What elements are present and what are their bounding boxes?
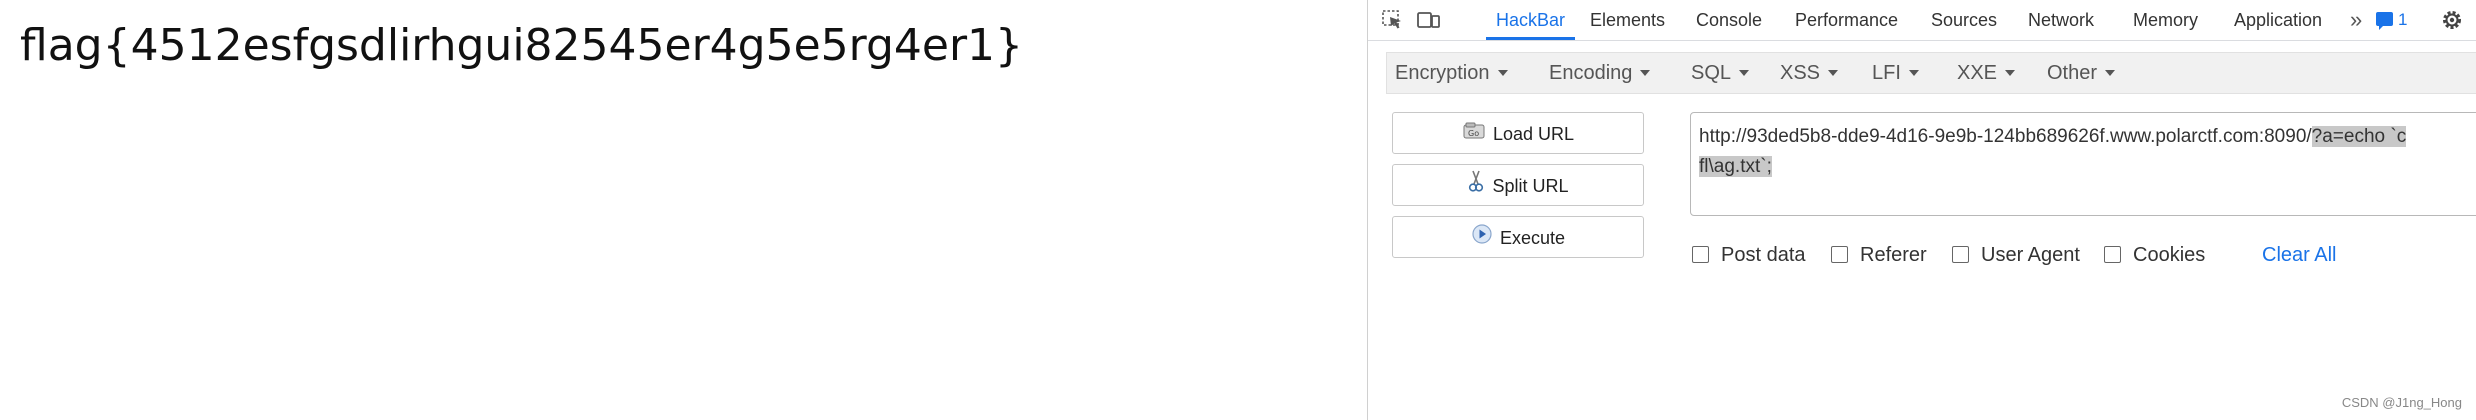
menu-sql[interactable]: SQL <box>1691 53 1750 93</box>
clear-all-link[interactable]: Clear All <box>2262 243 2336 267</box>
load-url-icon: Go <box>1462 114 1486 156</box>
checkbox-box <box>1692 246 1709 263</box>
menu-label: Encoding <box>1549 62 1633 84</box>
menu-label: XSS <box>1780 62 1821 84</box>
execute-label: Execute <box>1499 228 1566 248</box>
tab-elements[interactable]: Elements <box>1590 0 1665 40</box>
tab-memory[interactable]: Memory <box>2133 0 2198 40</box>
url-selected-text-2: fl\ag.txt`; <box>1699 156 1772 177</box>
message-count: 1 <box>2398 10 2408 29</box>
menu-label: Encryption <box>1395 62 1490 84</box>
caret-down-icon <box>2005 70 2016 76</box>
devtools-tabbar: HackBar Elements Console Performance Sou… <box>1368 0 2476 41</box>
split-url-button[interactable]: Split URL <box>1392 164 1644 206</box>
menu-encoding[interactable]: Encoding <box>1549 53 1651 93</box>
menu-other[interactable]: Other <box>2047 53 2116 93</box>
checkbox-label: Post data <box>1721 244 1806 266</box>
split-url-label: Split URL <box>1492 176 1569 196</box>
tab-network[interactable]: Network <box>2028 0 2094 40</box>
tab-performance[interactable]: Performance <box>1795 0 1898 40</box>
user-agent-checkbox[interactable]: User Agent <box>1952 243 2080 267</box>
caret-down-icon <box>1497 70 1508 76</box>
caret-down-icon <box>2105 70 2116 76</box>
scissors-icon <box>1467 166 1485 208</box>
inspect-element-icon[interactable] <box>1380 8 1406 32</box>
tab-label: HackBar <box>1496 10 1566 30</box>
settings-gear-icon[interactable] <box>2439 8 2465 32</box>
watermark: CSDN @J1ng_Hong <box>2341 395 2462 410</box>
menu-label: LFI <box>1872 62 1901 84</box>
url-plain-text: http://93ded5b8-dde9-4d16-9e9b-124bb6896… <box>1699 126 2312 147</box>
menu-label: SQL <box>1691 62 1732 84</box>
console-messages-badge[interactable]: 1 <box>2376 0 2407 40</box>
more-tabs-button[interactable]: » <box>2350 0 2362 40</box>
checkbox-box <box>1952 246 1969 263</box>
menu-label: Other <box>2047 62 2098 84</box>
load-url-label: Load URL <box>1492 124 1575 144</box>
device-toolbar-icon[interactable] <box>1416 8 1442 32</box>
checkbox-box <box>2104 246 2121 263</box>
referer-checkbox[interactable]: Referer <box>1831 243 1927 267</box>
menu-xss[interactable]: XSS <box>1780 53 1839 93</box>
checkbox-box <box>1831 246 1848 263</box>
active-tab-indicator <box>1486 37 1576 40</box>
menu-encryption[interactable]: Encryption <box>1395 53 1508 93</box>
tab-application[interactable]: Application <box>2234 0 2322 40</box>
execute-button[interactable]: Execute <box>1392 216 1644 258</box>
caret-down-icon <box>1739 70 1750 76</box>
menu-lfi[interactable]: LFI <box>1872 53 1919 93</box>
message-icon <box>2376 12 2393 30</box>
tab-console[interactable]: Console <box>1696 0 1762 40</box>
caret-down-icon <box>1828 70 1839 76</box>
checkbox-label: User Agent <box>1981 244 2080 266</box>
menu-label: XXE <box>1957 62 1998 84</box>
checkbox-label: Cookies <box>2133 244 2206 266</box>
post-data-checkbox[interactable]: Post data <box>1692 243 1806 267</box>
tab-hackbar[interactable]: HackBar <box>1486 0 1576 40</box>
url-selected-text: ?a=echo `c <box>2311 126 2407 147</box>
url-input[interactable]: http://93ded5b8-dde9-4d16-9e9b-124bb6896… <box>1690 112 2476 216</box>
load-url-button[interactable]: Go Load URL <box>1392 112 1644 154</box>
caret-down-icon <box>1908 70 1919 76</box>
checkbox-label: Referer <box>1860 244 1927 266</box>
play-icon <box>1471 218 1493 260</box>
hackbar-menubar: Encryption Encoding SQL XSS LFI XXE Othe… <box>1386 52 2476 94</box>
caret-down-icon <box>1640 70 1651 76</box>
flag-text: flag{4512esfgsdlirhgui82545er4g5e5rg4er1… <box>20 20 1024 71</box>
page-content: flag{4512esfgsdlirhgui82545er4g5e5rg4er1… <box>0 0 1366 420</box>
svg-text:Go: Go <box>1468 129 1479 138</box>
cookies-checkbox[interactable]: Cookies <box>2104 243 2205 267</box>
devtools-panel: HackBar Elements Console Performance Sou… <box>1367 0 2476 420</box>
menu-xxe[interactable]: XXE <box>1957 53 2016 93</box>
tab-sources[interactable]: Sources <box>1931 0 1997 40</box>
